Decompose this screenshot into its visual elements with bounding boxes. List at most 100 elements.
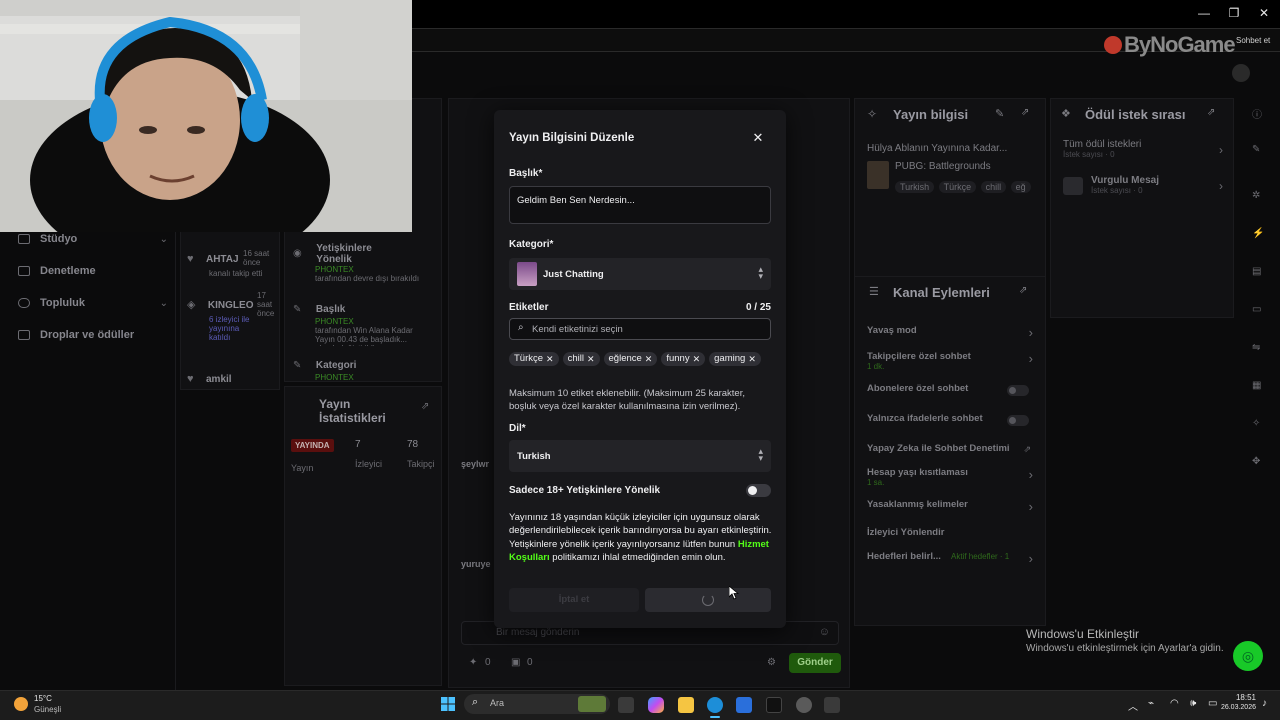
- tag-chip[interactable]: Türkçe ✕: [509, 352, 559, 366]
- taskbar-search[interactable]: ⌕ Ara: [464, 694, 610, 714]
- channel-action-item[interactable]: Hesap yaşı kısıtlaması 1 sa. ›: [867, 467, 1037, 489]
- heart-icon: ♥: [187, 253, 194, 265]
- toggle-switch[interactable]: [1007, 415, 1029, 426]
- modal-close-button[interactable]: ✕: [750, 129, 766, 145]
- stream-info-game: PUBG: Battlegrounds: [895, 161, 991, 172]
- activity-name: KINGLEO: [207, 300, 254, 311]
- edit-pencil-icon[interactable]: ✎: [995, 107, 1004, 120]
- chevron-right-icon[interactable]: ›: [1029, 325, 1033, 340]
- bolt-icon[interactable]: ⚡: [1252, 228, 1264, 239]
- pencil-icon[interactable]: ✎: [1252, 144, 1260, 155]
- tray-chevron-icon[interactable]: ︿: [1128, 698, 1138, 713]
- grid-icon[interactable]: ▦: [1252, 380, 1261, 391]
- channel-action-item[interactable]: Yapay Zeka ile Sohbet Denetimi ⇗: [867, 443, 1037, 465]
- adult-toggle[interactable]: [746, 484, 771, 497]
- window-close-button[interactable]: ✕: [1254, 6, 1274, 20]
- sidebar-item-community[interactable]: Topluluk ⌄: [18, 294, 168, 312]
- language-select-value: Turkish: [517, 451, 551, 462]
- chat-send-button[interactable]: Gönder: [789, 653, 841, 673]
- sidebar-item-studio[interactable]: Stüdyo ⌄: [18, 230, 168, 248]
- activity-item: ♥ amkil: [187, 369, 277, 387]
- tag-chip[interactable]: eğlence ✕: [603, 349, 658, 369]
- emoji-icon[interactable]: ☺: [819, 626, 830, 638]
- chevron-right-icon[interactable]: ›: [1029, 467, 1033, 482]
- window-minimize-button[interactable]: —: [1194, 6, 1214, 20]
- channel-action-item[interactable]: Yalnızca ifadelerle sohbet: [867, 413, 1037, 435]
- remove-tag-icon[interactable]: ✕: [748, 349, 756, 369]
- reward-item-label: Vurgulu Mesaj: [1091, 175, 1159, 186]
- drops-icon: [18, 330, 30, 340]
- right-icon-rail: ⓘ ✎ ✲ ⚡ ▤ ▭ ⇋ ▦ ✧ ✥: [1238, 98, 1278, 518]
- network-icon[interactable]: ⌁: [1148, 698, 1154, 709]
- chevron-right-icon: ›: [1219, 143, 1223, 157]
- search-highlight-image: [578, 696, 606, 712]
- remove-tag-icon[interactable]: ✕: [693, 349, 701, 369]
- volume-icon[interactable]: 🕪: [1190, 698, 1196, 709]
- channel-action-item[interactable]: Yavaş mod ›: [867, 325, 1037, 347]
- chat-shortcut-link[interactable]: Sohbet et: [1236, 36, 1270, 45]
- notification-bell-icon[interactable]: ♪: [1262, 698, 1267, 709]
- store-icon[interactable]: [736, 697, 752, 713]
- toggle-switch[interactable]: [1007, 385, 1029, 396]
- edge-browser-icon[interactable]: [707, 697, 723, 713]
- heart-icon: ♥: [187, 373, 194, 385]
- chevron-right-icon[interactable]: ›: [1029, 351, 1033, 366]
- support-chat-button[interactable]: ◎: [1233, 641, 1263, 671]
- open-external-icon[interactable]: ⇗: [1207, 107, 1215, 118]
- title-input[interactable]: Geldim Ben Sen Nerdesin...: [509, 186, 771, 224]
- tiktok-icon[interactable]: [766, 697, 782, 713]
- channel-action-item[interactable]: Yasaklanmış kelimeler ›: [867, 499, 1037, 521]
- puzzle-icon[interactable]: ✥: [1252, 456, 1260, 467]
- chat-partial-line: şeylwr: [461, 459, 490, 469]
- clock-date[interactable]: 26.03.2026: [1212, 704, 1256, 711]
- sidebar-item-drops[interactable]: Droplar ve ödüller: [18, 326, 168, 344]
- start-button[interactable]: [441, 697, 455, 711]
- app-icon[interactable]: [796, 697, 812, 713]
- wifi-icon[interactable]: ◠: [1170, 698, 1179, 709]
- weather-widget[interactable]: 15°C Güneşli: [12, 693, 82, 717]
- sidebar-item-moderation[interactable]: Denetleme: [18, 262, 168, 280]
- category-select[interactable]: Just Chatting ▴ ▾: [509, 258, 771, 290]
- remove-tag-icon[interactable]: ✕: [587, 349, 595, 369]
- reward-item[interactable]: Tüm ödül istekleri İstek sayısı · 0 ›: [1063, 139, 1223, 165]
- calculator-icon[interactable]: [824, 697, 840, 713]
- chat-icon[interactable]: ▭: [1252, 304, 1261, 315]
- remove-tag-icon[interactable]: ✕: [546, 349, 554, 369]
- info-icon[interactable]: ⓘ: [1252, 106, 1262, 121]
- tag-chip-label: funny: [666, 353, 690, 364]
- tag-chip[interactable]: gaming ✕: [709, 352, 761, 366]
- open-external-icon[interactable]: ⇗: [421, 401, 429, 412]
- channel-action-item[interactable]: Hedefleri belirl... Aktif hedefler · 1 ›: [867, 551, 1037, 573]
- chevron-right-icon[interactable]: ›: [1029, 499, 1033, 514]
- tags-search-placeholder: Kendi etiketinizi seçin: [532, 324, 623, 335]
- cancel-button[interactable]: İptal et: [509, 588, 639, 612]
- copilot-icon[interactable]: [648, 697, 664, 713]
- window-maximize-button[interactable]: ❐: [1224, 6, 1244, 20]
- file-explorer-icon[interactable]: [678, 697, 694, 713]
- open-external-icon[interactable]: ⇗: [1019, 285, 1027, 296]
- remove-tag-icon[interactable]: ✕: [645, 349, 653, 369]
- channel-action-item[interactable]: Abonelere özel sohbet: [867, 383, 1037, 405]
- tag-chip[interactable]: funny ✕: [661, 349, 706, 369]
- chat-settings-icon[interactable]: ⚙: [767, 657, 776, 668]
- save-button[interactable]: [645, 588, 771, 612]
- wrench-icon[interactable]: ✧: [1252, 418, 1260, 429]
- language-select[interactable]: Turkish ▴ ▾: [509, 440, 771, 472]
- channel-action-item[interactable]: İzleyici Yönlendir: [867, 527, 1037, 549]
- avatar[interactable]: [1232, 64, 1250, 82]
- task-view-icon[interactable]: [618, 697, 634, 713]
- chevron-right-icon[interactable]: ›: [1029, 551, 1033, 566]
- activity-desc: 6 izleyici ile yayınına katıldı: [209, 315, 250, 342]
- open-external-icon[interactable]: ⇗: [1023, 444, 1031, 455]
- reward-item[interactable]: Vurgulu Mesaj İstek sayısı · 0 ›: [1063, 175, 1223, 201]
- channel-action-item[interactable]: Takipçilere özel sohbet 1 dk. ›: [867, 351, 1037, 373]
- link-icon[interactable]: ⇋: [1252, 342, 1260, 353]
- tags-search-input[interactable]: ⌕ Kendi etiketinizi seçin: [509, 318, 771, 340]
- open-external-icon[interactable]: ⇗: [1021, 107, 1029, 118]
- webcam-overlay: [0, 0, 412, 232]
- clock-time[interactable]: 18:51: [1222, 693, 1256, 702]
- tag-chip[interactable]: chill ✕: [562, 349, 600, 369]
- gear-icon[interactable]: ✲: [1252, 190, 1260, 201]
- doc-icon[interactable]: ▤: [1252, 266, 1261, 277]
- reward-item-sub: İstek sayısı · 0: [1063, 150, 1115, 159]
